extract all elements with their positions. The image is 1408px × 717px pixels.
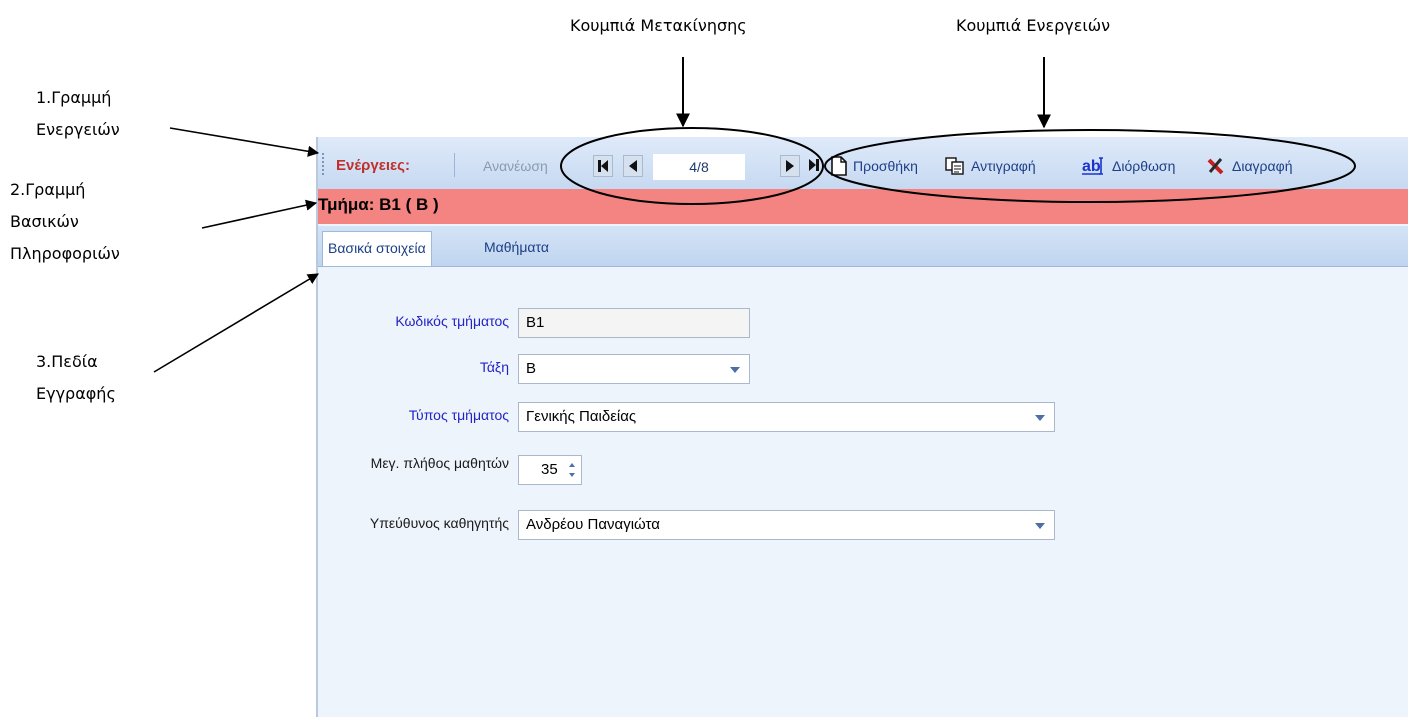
- new-document-icon: [831, 156, 847, 176]
- first-record-button[interactable]: [593, 155, 613, 177]
- action-buttons-annotation: Κουμπιά Ενεργειών: [956, 16, 1111, 35]
- tab-basic-details[interactable]: Βασικά στοιχεία: [322, 231, 432, 266]
- max-students-stepper[interactable]: 35: [518, 455, 582, 485]
- next-icon: [786, 160, 794, 172]
- copy-icon: [945, 157, 964, 175]
- teacher-value: Ανδρέου Παναγιώτα: [526, 516, 660, 533]
- grade-label: Τάξη: [479, 359, 509, 375]
- chevron-down-icon[interactable]: [1035, 523, 1045, 529]
- class-type-value: Γενικής Παιδείας: [526, 408, 637, 425]
- tab-strip: Βασικά στοιχεία Μαθήματα: [318, 226, 1408, 267]
- code-label: Κωδικός τμήματος: [395, 313, 509, 329]
- chevron-down-icon[interactable]: [1035, 415, 1045, 421]
- max-students-label: Μεγ. πλήθος μαθητών: [370, 455, 509, 471]
- nav-buttons-annotation: Κουμπιά Μετακίνησης: [570, 16, 747, 35]
- previous-record-button[interactable]: [623, 155, 643, 177]
- annotation-info-bar: 2.Γραμμή Βασικών Πληροφοριών: [10, 174, 120, 270]
- actions-toolbar: Ενέργειες: Ανανέωση 4/8 Προσθήκη Αντιγρα…: [318, 137, 1408, 190]
- add-button-label: Προσθήκη: [853, 158, 918, 174]
- tab-courses[interactable]: Μαθήματα: [479, 231, 554, 266]
- arrow-info-bar: [201, 199, 318, 229]
- previous-icon: [629, 160, 637, 172]
- next-record-button[interactable]: [780, 155, 800, 177]
- delete-icon: [1207, 158, 1224, 175]
- last-record-button[interactable]: [804, 155, 824, 177]
- first-icon: [598, 160, 608, 172]
- annotation-line: Πληροφοριών: [10, 244, 120, 263]
- toolbar-separator: [454, 153, 455, 177]
- class-type-label: Τύπος τμήματος: [408, 407, 509, 423]
- annotation-actions-bar: 1.Γραμμή Ενεργειών: [36, 82, 120, 146]
- arrow-record-fields: [153, 273, 319, 373]
- copy-button[interactable]: Αντιγραφή: [945, 153, 1036, 179]
- toolbar-grip[interactable]: [322, 153, 324, 175]
- toolbar-title: Ενέργειες:: [336, 157, 410, 174]
- annotation-line: Ενεργειών: [36, 120, 120, 139]
- annotation-record-fields: 3.Πεδία Εγγραφής: [36, 346, 116, 410]
- record-position-field[interactable]: 4/8: [653, 154, 745, 180]
- annotation-line: 2.Γραμμή: [10, 180, 86, 199]
- delete-button-label: Διαγραφή: [1232, 158, 1293, 174]
- chevron-down-icon[interactable]: [730, 367, 740, 373]
- last-icon: [809, 159, 819, 171]
- arrow-actions-bar: [169, 127, 320, 157]
- class-type-select[interactable]: Γενικής Παιδείας: [518, 402, 1055, 432]
- annotation-line: Βασικών: [10, 212, 79, 231]
- edit-button[interactable]: ab Διόρθωση: [1082, 153, 1175, 179]
- max-students-value: 35: [541, 461, 558, 478]
- edit-button-label: Διόρθωση: [1112, 158, 1176, 174]
- app-window: Ενέργειες: Ανανέωση 4/8 Προσθήκη Αντιγρα…: [316, 137, 1408, 717]
- annotation-line: 1.Γραμμή: [36, 88, 112, 107]
- grade-value: Β: [526, 360, 537, 377]
- add-button[interactable]: Προσθήκη: [831, 153, 918, 179]
- delete-button[interactable]: Διαγραφή: [1206, 153, 1292, 179]
- teacher-label: Υπεύθυνος καθηγητής: [369, 515, 509, 531]
- basic-info-bar: Τμήμα: Β1 ( Β ): [318, 189, 1408, 224]
- refresh-button[interactable]: Ανανέωση: [483, 158, 548, 174]
- svg-text:ab: ab: [1082, 158, 1101, 175]
- edit-text-icon: ab: [1082, 157, 1103, 175]
- annotation-line: 3.Πεδία: [36, 352, 98, 371]
- spinner-arrows-icon[interactable]: [567, 459, 577, 481]
- code-field[interactable]: Β1: [518, 308, 750, 338]
- copy-button-label: Αντιγραφή: [971, 158, 1036, 174]
- teacher-select[interactable]: Ανδρέου Παναγιώτα: [518, 510, 1055, 540]
- section-title: Τμήμα: Β1 ( Β ): [318, 195, 439, 214]
- grade-select[interactable]: Β: [518, 354, 750, 384]
- annotation-line: Εγγραφής: [36, 384, 116, 403]
